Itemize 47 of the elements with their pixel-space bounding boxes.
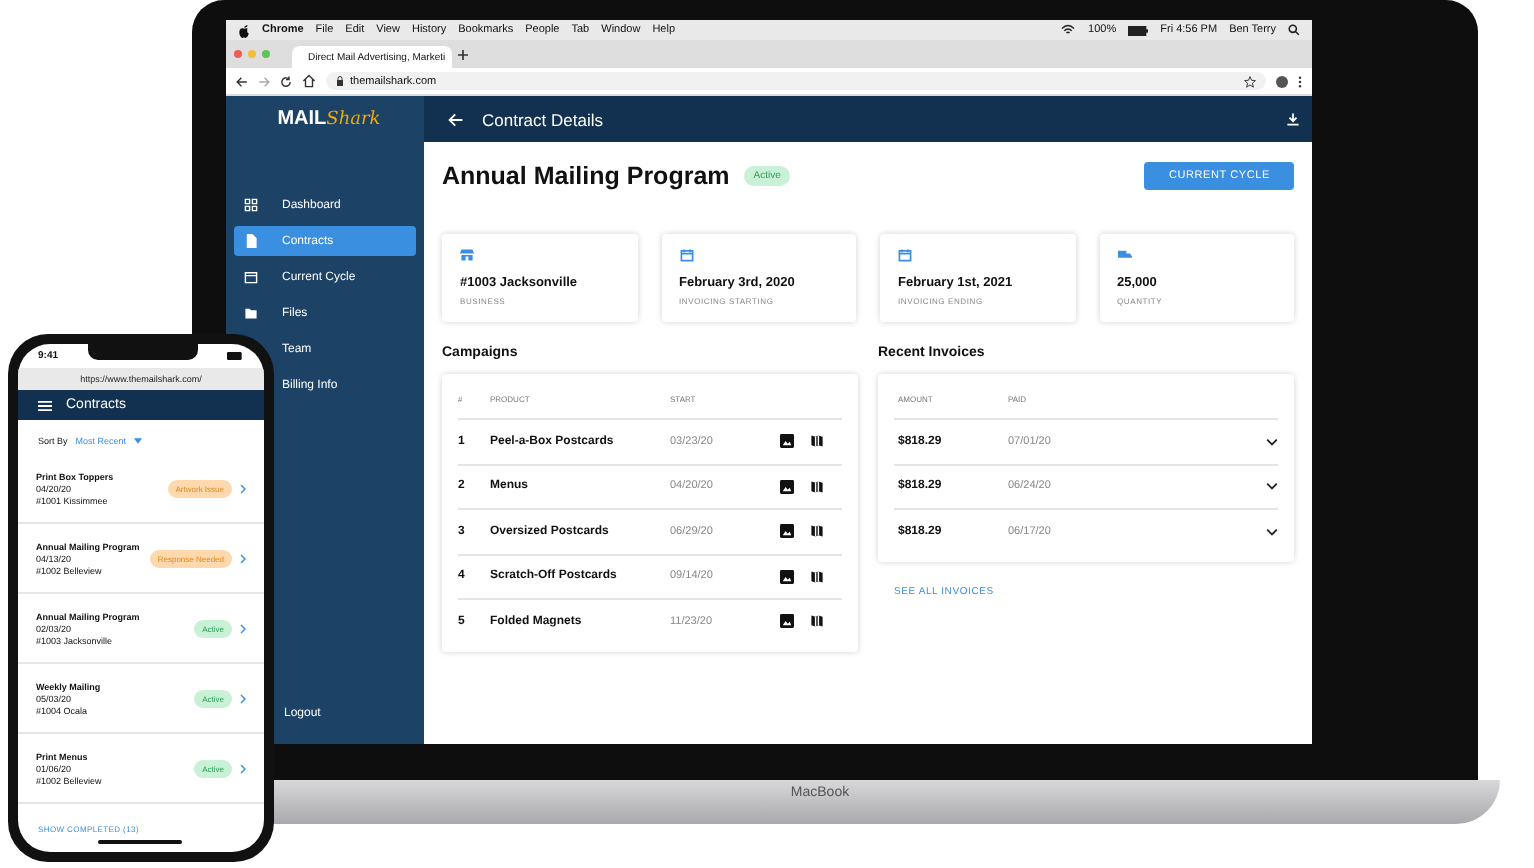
image-icon[interactable] [780,434,794,449]
search-icon[interactable] [1288,24,1300,36]
grid-icon [244,198,258,212]
chevron-right-icon [240,553,246,563]
reload-icon[interactable] [280,75,292,87]
chevron-down-icon[interactable] [1266,437,1278,446]
home-indicator [98,840,182,844]
back-arrow-icon[interactable] [448,111,464,127]
lock-icon [336,76,344,86]
store-icon [460,248,474,262]
chevron-right-icon [240,623,246,633]
calendar-icon [679,248,693,262]
image-icon[interactable] [780,479,794,494]
download-icon[interactable] [1286,112,1300,126]
truck-icon [1117,248,1131,262]
battery-icon [225,352,244,360]
logo: MAILShark [275,106,383,134]
battery-icon[interactable] [1128,25,1149,35]
chevron-right-icon [240,693,246,703]
contract-title: Annual Mailing Program [442,162,730,190]
image-icon[interactable] [780,524,794,539]
map-icon[interactable] [810,569,824,584]
map-icon[interactable] [810,614,824,629]
calendar-icon [244,270,258,284]
avatar-icon[interactable] [1276,75,1288,87]
phone-notch [87,344,197,360]
page-title: Contract Details [482,109,603,129]
chevron-down-icon[interactable] [1266,482,1278,491]
star-icon[interactable] [1244,75,1256,87]
image-icon[interactable] [780,569,794,584]
caret-icon[interactable] [134,438,143,444]
chevron-right-icon [240,763,246,773]
chevron-down-icon[interactable] [1266,527,1278,536]
menu-icon[interactable] [38,399,52,411]
apple-logo-icon[interactable] [238,23,250,37]
map-icon[interactable] [810,479,824,494]
image-icon[interactable] [780,614,794,629]
folder-icon [244,306,258,320]
map-icon[interactable] [810,524,824,539]
document-icon [244,234,258,248]
chevron-right-icon [240,483,246,493]
home-icon[interactable] [302,74,316,88]
calendar-icon [898,248,912,262]
new-tab-icon[interactable] [458,49,468,59]
back-icon[interactable] [236,75,248,87]
wifi-icon[interactable] [1060,24,1077,36]
map-icon[interactable] [810,434,824,449]
